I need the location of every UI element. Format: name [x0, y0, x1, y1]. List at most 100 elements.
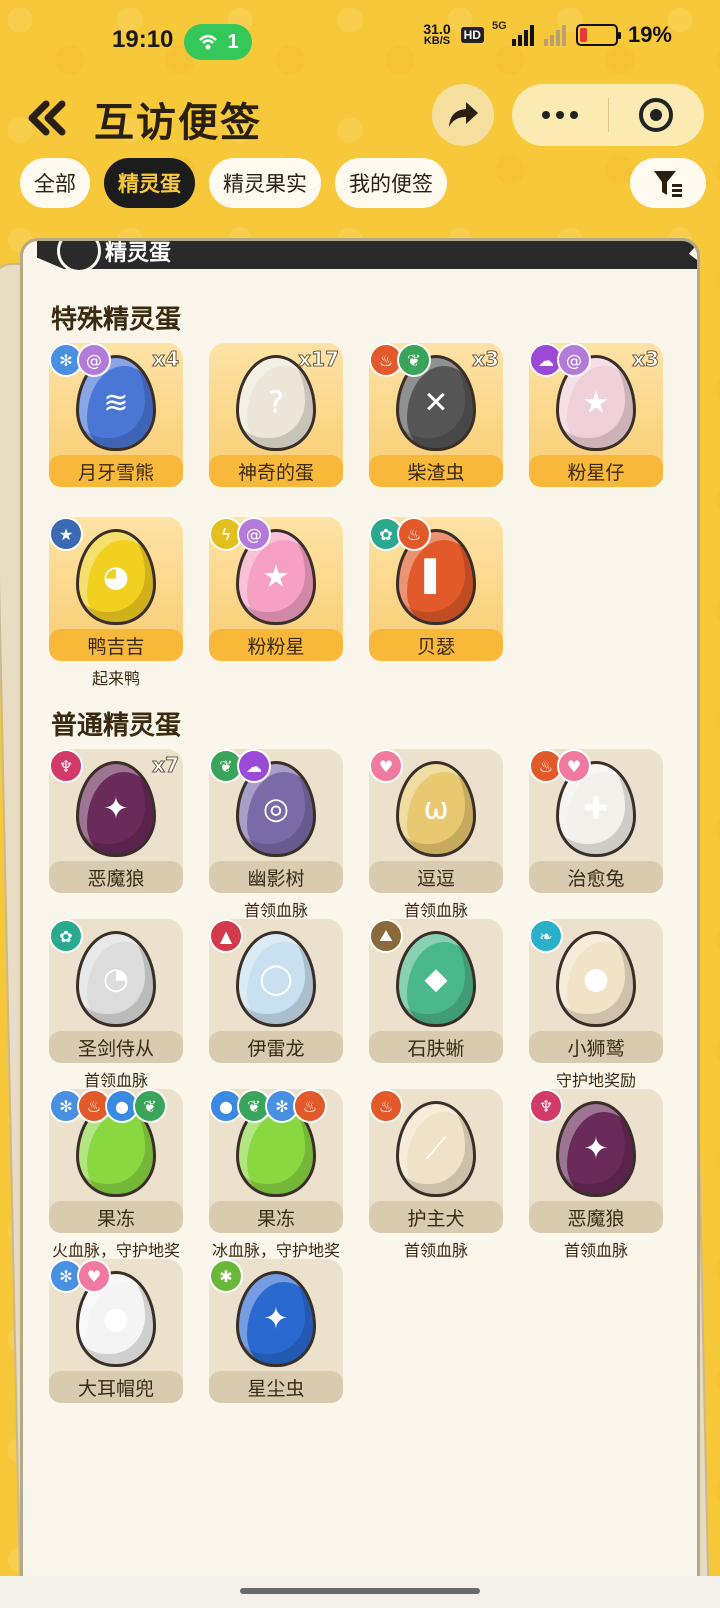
egg-card[interactable]: ◕ ★ 鸭吉吉 起来鸭: [49, 517, 183, 688]
egg-card[interactable]: ω ♥ 逗逗 首领血脉: [369, 749, 503, 920]
double-chevron-left-icon: [28, 100, 66, 136]
more-menu-button[interactable]: [512, 111, 608, 119]
star-circle-icon: ★: [49, 517, 83, 551]
egg-card[interactable]: ◆ ⛰ 石肤蜥: [369, 919, 503, 1089]
egg-pattern: ★: [582, 385, 610, 421]
signal-strength-icon: [511, 24, 534, 46]
egg-trait-label: 首领血脉: [403, 901, 468, 920]
network-speed-value: 31.0: [423, 21, 451, 37]
element-badges: ϟ @: [209, 517, 271, 551]
egg-pattern: ◯: [259, 961, 293, 997]
element-badges: ❦ ☁: [209, 749, 271, 783]
egg-name: 粉粉星: [209, 629, 343, 661]
egg-name: 伊雷龙: [209, 1031, 343, 1063]
egg-name: 果冻: [209, 1201, 343, 1233]
egg-card[interactable]: ★ ☁ @ x3 粉星仔: [529, 343, 663, 513]
egg-name: 治愈兔: [529, 861, 663, 893]
battery-icon: [575, 24, 621, 46]
egg-image: ✦: [236, 1271, 316, 1367]
egg-image: ⟋: [396, 1101, 476, 1197]
egg-card[interactable]: ✻ ♨ ● ❦ 果冻 火血脉，守护地奖: [49, 1089, 183, 1260]
egg-pattern: ✕: [423, 385, 449, 421]
egg-count: x3: [632, 347, 660, 372]
element-badges: ♨ ❦: [369, 343, 431, 377]
element-badges: ✻ ♨ ● ❦: [49, 1089, 167, 1123]
egg-card[interactable]: ≋ ✻ @ x4 月牙雪熊: [49, 343, 183, 513]
egg-pattern: ω: [423, 791, 449, 827]
egg-card[interactable]: ◎ ❦ ☁ 幽影树 首领血脉: [209, 749, 343, 920]
egg-name: 小狮鹫: [529, 1031, 663, 1063]
egg-count: x17: [298, 347, 340, 372]
spiral-icon: @: [557, 343, 591, 377]
egg-pattern: ≋: [103, 385, 129, 421]
egg-card[interactable]: ◔ ✿ 圣剑侍从 首领血脉: [49, 919, 183, 1090]
spiral-icon: @: [237, 517, 271, 551]
egg-card[interactable]: ✦ ♆ x7 恶魔狼: [49, 749, 183, 919]
heart-icon: ♥: [557, 749, 591, 783]
demon-icon: ♆: [529, 1089, 563, 1123]
egg-name: 圣剑侍从: [49, 1031, 183, 1063]
egg-card[interactable]: ✦ ♆ 恶魔狼 首领血脉: [529, 1089, 663, 1260]
egg-image: ◯: [236, 931, 316, 1027]
bug-icon: ✱: [209, 1259, 243, 1293]
element-badges: ▲: [209, 919, 243, 953]
element-badges: ✻ ♥: [49, 1259, 111, 1293]
element-badges: ☁ @: [529, 343, 591, 377]
egg-name: 鸭吉吉: [49, 629, 183, 661]
dragon-icon: ▲: [209, 919, 243, 953]
egg-trait-label: 首领血脉: [243, 901, 308, 920]
egg-name: 大耳帽兜: [49, 1371, 183, 1403]
network-speed: 31.0 KB/S: [423, 21, 451, 47]
tab-spirit-fruits[interactable]: 精灵果实: [209, 158, 321, 208]
egg-count: x7: [152, 753, 180, 778]
egg-card[interactable]: ✕ ♨ ❦ x3 柴渣虫: [369, 343, 503, 513]
element-badges: ★: [49, 517, 83, 551]
egg-image: ✦: [556, 1101, 636, 1197]
special-section-title: 特殊精灵蛋: [51, 305, 182, 335]
element-badges: ✱: [209, 1259, 243, 1293]
egg-pattern: ✦: [583, 1131, 609, 1167]
fire-icon: ♨: [397, 517, 431, 551]
egg-card[interactable]: ⟋ ♨ 护主犬 首领血脉: [369, 1089, 503, 1260]
mountain-icon: ⛰: [369, 919, 403, 953]
element-badges: ♨ ♥: [529, 749, 591, 783]
share-arrow-icon: [449, 102, 478, 127]
egg-card[interactable]: ● ❦ ✻ ♨ 果冻 冰血脉，守护地奖: [209, 1089, 343, 1260]
element-badges: ✻ @: [49, 343, 111, 377]
egg-card[interactable]: ★ ϟ @ 粉粉星: [209, 517, 343, 687]
mini-program-capsule: [512, 84, 704, 146]
tab-my-notes[interactable]: 我的便签: [335, 158, 447, 208]
egg-card[interactable]: ● ✻ ♥ 大耳帽兜: [49, 1259, 183, 1429]
egg-name: 石肤蜥: [369, 1031, 503, 1063]
egg-card[interactable]: ✚ ♨ ♥ 治愈兔: [529, 749, 663, 919]
target-circle-icon: [639, 98, 673, 132]
egg-name: 神奇的蛋: [209, 455, 343, 487]
tab-spirit-eggs[interactable]: 精灵蛋: [104, 158, 195, 208]
egg-card[interactable]: ? x17 神奇的蛋: [209, 343, 343, 513]
back-button[interactable]: [22, 92, 74, 144]
egg-card[interactable]: ● ❧ 小狮鹫 守护地奖励: [529, 919, 663, 1090]
egg-image: ✦: [76, 761, 156, 857]
gear-icon: ✿: [49, 919, 83, 953]
egg-trait-label: 首领血脉: [563, 1241, 628, 1260]
leaf-icon: ❦: [397, 343, 431, 377]
tab-all[interactable]: 全部: [20, 158, 90, 208]
egg-count: x3: [472, 347, 500, 372]
egg-pattern: ★: [262, 559, 290, 595]
egg-name: 月牙雪熊: [49, 455, 183, 487]
egg-card[interactable]: ◯ ▲ 伊雷龙: [209, 919, 343, 1089]
element-badges: ❧: [529, 919, 563, 953]
ghost-icon: ☁: [237, 749, 271, 783]
close-mini-program-button[interactable]: [609, 98, 703, 132]
wifi-hotspot-icon: [199, 34, 218, 50]
egg-card[interactable]: ▌ ✿ ♨ 贝瑟: [369, 517, 503, 687]
home-indicator[interactable]: [240, 1588, 480, 1594]
share-button[interactable]: [432, 84, 494, 146]
element-badges: ♆: [49, 749, 83, 783]
normal-section-title: 普通精灵蛋: [51, 711, 182, 741]
egg-name: 柴渣虫: [369, 455, 503, 487]
egg-card[interactable]: ✦ ✱ 星尘虫: [209, 1259, 343, 1429]
filter-button[interactable]: [630, 158, 706, 208]
normal-egg-grid: ✦ ♆ x7 恶魔狼 ◎ ❦ ☁ 幽影树 首领血脉 ω ♥ 逗逗 首领血脉 ✚ ♨ ♥ 治愈兔 ◔ ✿ 圣剑侍从 首领血…: [49, 749, 663, 1429]
egg-name: 逗逗: [369, 861, 503, 893]
